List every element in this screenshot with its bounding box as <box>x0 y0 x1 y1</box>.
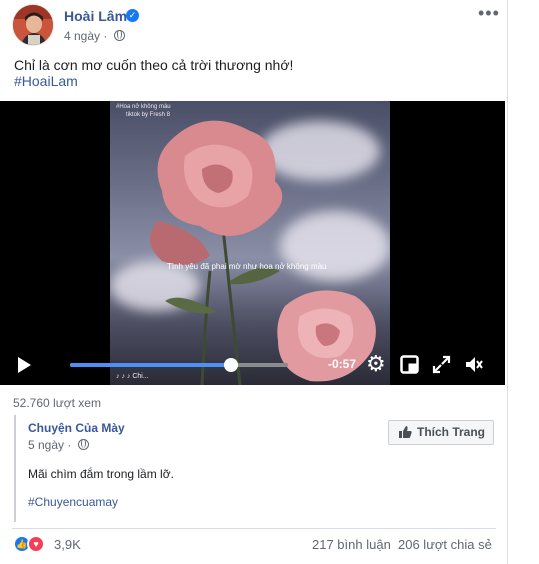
video-controls: -0:57 ⚙ <box>0 344 505 385</box>
love-reaction-icon: ♥ <box>27 535 45 553</box>
rose-illustration <box>149 120 376 385</box>
time-remaining: -0:57 <box>328 357 357 371</box>
post-hashtag[interactable]: #HoaiLam <box>14 73 78 89</box>
more-options-icon[interactable]: ••• <box>478 3 500 24</box>
divider <box>12 528 496 529</box>
video-frame: #Hoa nở không màu tiktok by Fresh 8 Tình… <box>110 101 390 385</box>
author-avatar[interactable] <box>12 4 54 46</box>
shared-page-name[interactable]: Chuyện Của Mày <box>28 421 125 435</box>
globe-icon[interactable] <box>113 30 125 41</box>
like-page-button[interactable]: Thích Trang <box>388 420 494 445</box>
post-time[interactable]: 4 ngày <box>64 29 100 43</box>
progress-bar[interactable] <box>70 358 288 372</box>
shared-post-time[interactable]: 5 ngày <box>28 438 64 452</box>
post-meta: 4 ngày · <box>64 29 125 43</box>
play-icon[interactable] <box>18 357 31 373</box>
video-overlay-title: #Hoa nở không màu <box>116 104 171 110</box>
video-overlay-credit: tiktok by Fresh 8 <box>126 112 171 118</box>
shared-post-text: Mãi chìm đắm trong lầm lỡ. <box>28 467 174 481</box>
globe-icon[interactable] <box>77 439 89 450</box>
post-caption: Chỉ là cơn mơ cuốn theo cả trời thương n… <box>14 57 294 73</box>
mute-icon[interactable] <box>464 355 483 374</box>
shared-post: Chuyện Của Mày 5 ngày · Thích Trang Mãi … <box>14 415 506 522</box>
video-post-card: Hoài Lâm ✓ 4 ngày · ••• Chỉ là cơn mơ cu… <box>0 0 508 564</box>
view-count: 52.760 lượt xem <box>13 396 101 410</box>
thumbs-up-icon <box>399 426 412 438</box>
shared-hashtag[interactable]: #Chuyencuamay <box>28 495 118 509</box>
share-count[interactable]: 206 lượt chia sẻ <box>398 537 492 552</box>
progress-handle[interactable] <box>224 358 239 372</box>
shared-post-meta: 5 ngày · <box>28 438 89 452</box>
avatar-photo <box>13 5 53 45</box>
settings-gear-icon[interactable]: ⚙ <box>366 353 386 375</box>
picture-in-picture-icon[interactable] <box>400 355 419 374</box>
video-player[interactable]: #Hoa nở không màu tiktok by Fresh 8 Tình… <box>0 101 505 385</box>
progress-fill <box>70 363 232 367</box>
comment-count[interactable]: 217 bình luận <box>312 537 391 552</box>
author-name[interactable]: Hoài Lâm <box>64 8 127 24</box>
video-subtitle: Tình yêu đã phai mờ như hoa nở không màu <box>167 262 327 271</box>
reaction-count: 3,9K <box>54 537 81 552</box>
like-page-label: Thích Trang <box>417 425 486 439</box>
fullscreen-icon[interactable] <box>432 355 451 374</box>
verified-badge-icon: ✓ <box>126 9 139 22</box>
